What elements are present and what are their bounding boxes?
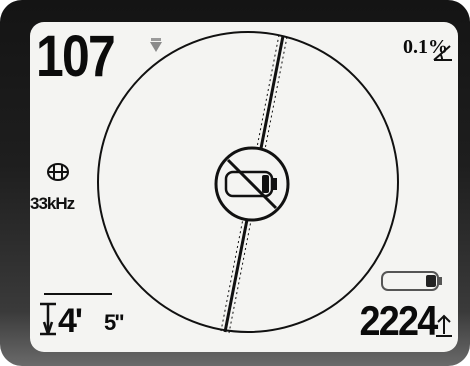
battery-icon — [381, 271, 442, 291]
antenna-globe-icon — [47, 163, 69, 181]
no-battery-icon — [214, 146, 290, 222]
locator-screen: 107 0.1% 33kHz 4' 5" 2224 — [30, 22, 458, 352]
down-triangle-icon — [150, 38, 162, 52]
slope-angle-icon — [433, 45, 452, 61]
screen-graphics — [40, 31, 452, 337]
depth-bracket-icon — [40, 302, 56, 336]
current-arrow-icon — [436, 314, 452, 337]
